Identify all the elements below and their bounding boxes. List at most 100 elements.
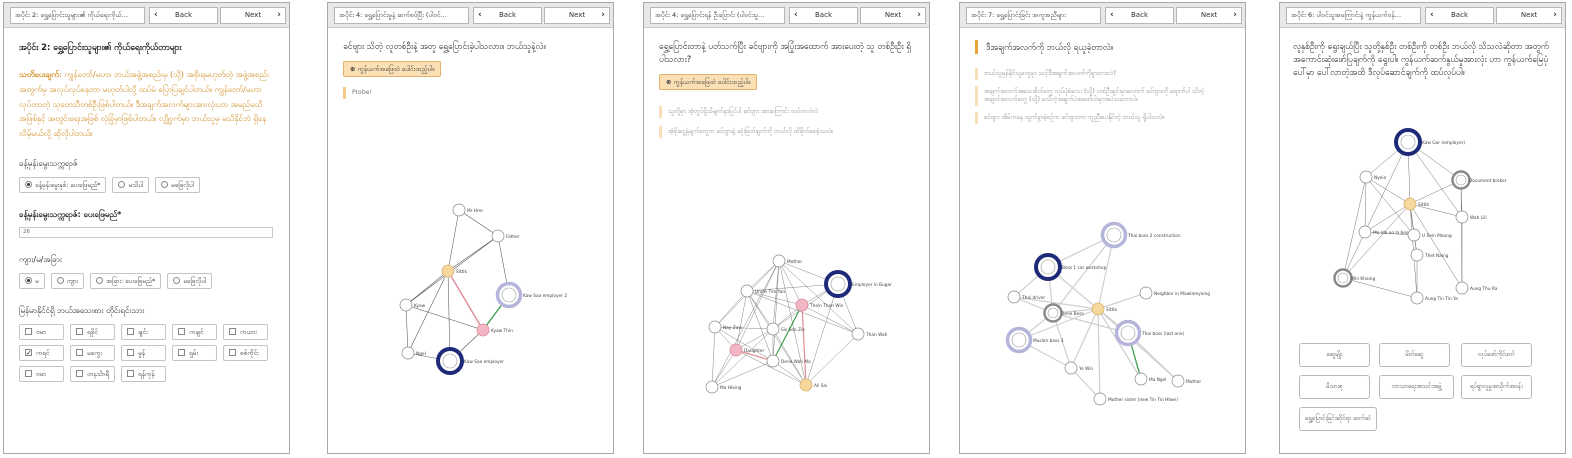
network-graph[interactable]: Mother Uncle Tim Yan Employer in Bugar Nay …	[644, 3, 930, 454]
relationship-type-button[interactable]: လုပ်ဖော်ကိုင်ဖက်	[1461, 343, 1532, 367]
alter-node[interactable]	[1171, 374, 1185, 388]
alter-node[interactable]	[1359, 170, 1373, 184]
network-node[interactable]: Thai boss (last one)	[1114, 319, 1185, 347]
alter-node[interactable]	[1455, 281, 1469, 295]
network-node[interactable]: Kaw Gar (employer)	[1394, 128, 1465, 156]
alter-node[interactable]	[766, 354, 780, 368]
network-node[interactable]: Mr Hrer	[452, 203, 483, 217]
relationship-type-button[interactable]: ဆွေမျိုး	[1299, 343, 1370, 367]
network-node[interactable]: Mother	[772, 254, 802, 268]
alter-node[interactable]	[705, 380, 719, 394]
alter-node[interactable]	[1139, 286, 1153, 300]
network-node[interactable]: Kaw Saa employer 2	[495, 281, 568, 309]
ethnicity-option[interactable]: မကွေး	[70, 344, 115, 361]
network-node[interactable]: Employer in Bugar	[824, 270, 892, 298]
alter-node[interactable]	[399, 298, 413, 312]
ethnicity-option[interactable]: စစ်ကိုင်း	[223, 344, 268, 361]
network-node[interactable]: Sittik	[1091, 302, 1117, 316]
network-node[interactable]: Win Khaing	[1333, 268, 1376, 288]
network-node[interactable]: Wah Lili	[1455, 210, 1487, 224]
alter-node[interactable]	[1093, 392, 1107, 406]
network-node[interactable]: Father	[491, 229, 520, 243]
alter-node[interactable]	[795, 298, 809, 312]
birth-option[interactable]: ခန့်မှန်းမွေးနှစ်: ပေးဖြေမည်*	[19, 176, 107, 193]
alter-node[interactable]	[1064, 361, 1078, 375]
relationship-type-button[interactable]: ရွှေ့ပြောင်းခြင်းဆိုင်ရာ ဆက်ဆံ	[1299, 407, 1377, 431]
network-node[interactable]: Mother	[1171, 374, 1201, 388]
ethnicity-option[interactable]: ရန်ကုန်	[121, 365, 166, 382]
network-node[interactable]: Ma Ide oo la beo	[1358, 225, 1409, 239]
birth-option[interactable]: မဖြေလိုပါ	[154, 176, 200, 193]
ethnicity-option[interactable]: ကယား	[223, 323, 268, 340]
network-node[interactable]: Sittik	[441, 264, 467, 278]
birth-option[interactable]: မသိပါ	[112, 176, 149, 193]
alter-node[interactable]	[1455, 210, 1469, 224]
alter-node[interactable]	[708, 320, 722, 334]
ethnicity-option[interactable]: ရှမ်း	[172, 344, 217, 361]
alter-node[interactable]	[476, 323, 490, 337]
ethnicity-option[interactable]: ကရင်	[19, 344, 64, 361]
network-node[interactable]: Ma Ngel	[1134, 372, 1167, 386]
alter-node[interactable]	[491, 229, 505, 243]
network-graph[interactable]: Thai boss 2 construction Boss 1 car works…	[960, 3, 1246, 454]
next-button[interactable]: Next ›	[220, 7, 286, 24]
relationship-type-button[interactable]: မိသားစု	[1299, 375, 1370, 399]
alter-node[interactable]	[766, 322, 780, 336]
ethnicity-option[interactable]: တနင်္သာရီ	[70, 365, 115, 382]
network-node[interactable]: Thein Than Win	[795, 298, 844, 312]
network-node[interactable]: Aung Thu Ra	[1455, 281, 1498, 295]
network-node[interactable]: Than Wah	[851, 327, 888, 341]
ego-node[interactable]	[1091, 302, 1105, 316]
alter-node[interactable]	[851, 327, 865, 341]
network-node[interactable]: Ye Win	[1064, 361, 1093, 375]
network-node[interactable]: Nyein	[1359, 170, 1387, 184]
gender-option[interactable]: ကျား	[50, 272, 85, 289]
ethnicity-option[interactable]: ကချင်	[172, 323, 217, 340]
gender-option[interactable]: မ	[19, 272, 45, 289]
alter-node[interactable]	[1407, 228, 1421, 242]
gender-option[interactable]: အခြား: ပေးဖြေမည်*	[90, 272, 162, 289]
alter-node[interactable]	[1358, 225, 1372, 239]
relationship-type-button[interactable]: ဘာသာရေးအသင်းအဖွဲ့	[1379, 375, 1454, 399]
ego-node[interactable]	[1403, 197, 1417, 211]
alter-node[interactable]	[1410, 248, 1424, 262]
ego-node[interactable]	[799, 378, 813, 392]
network-node[interactable]: Document broker	[1451, 170, 1507, 190]
ethnicity-option[interactable]: မွန်	[121, 344, 166, 361]
alter-node[interactable]	[452, 203, 466, 217]
gender-option[interactable]: မဖြေလိုပါ	[167, 272, 212, 289]
ethnicity-option[interactable]: ဗမာ	[19, 365, 64, 382]
back-button[interactable]: ‹ Back	[149, 7, 218, 24]
network-node[interactable]: U Sein Maung	[1407, 228, 1452, 242]
alter-node[interactable]	[1134, 372, 1148, 386]
alter-node[interactable]	[401, 346, 415, 360]
network-node[interactable]: Thai boss 2 construction	[1100, 221, 1181, 249]
relationship-type-button[interactable]: ရပ်ရွာလူမှုအသိုက်အဝန်း	[1461, 375, 1532, 399]
network-node[interactable]: Thet Naing	[1410, 248, 1449, 262]
ethnicity-option[interactable]: ရခိုင်	[70, 323, 115, 340]
ethnicity-option[interactable]: ဗမာ	[19, 323, 64, 340]
ethnicity-option[interactable]: ချင်း	[121, 323, 166, 340]
network-node[interactable]: Dene Boss	[1043, 303, 1085, 323]
relationship-type-button[interactable]: မိတ်ဆွေ	[1379, 343, 1450, 367]
network-node[interactable]: Ma Hlaing	[705, 380, 742, 394]
section-dropdown[interactable]: အပိုင်း 2: ရွှေ့ပြောင်းသူများ၏ ကိုယ်ရေးက…	[10, 7, 145, 24]
network-node[interactable]: Ngel	[401, 346, 426, 360]
alter-node[interactable]	[1007, 290, 1021, 304]
network-node[interactable]: Kyaw Thin	[476, 323, 513, 337]
alter-node[interactable]	[740, 284, 754, 298]
network-graph[interactable]: Mr Hrer Father Sittik Kyaw Kyaw Thin Ngel Kaw …	[328, 3, 614, 454]
network-node[interactable]: Kaw Saa employer	[436, 347, 504, 375]
network-node[interactable]: Neighbor in Mawlamyaing	[1139, 286, 1210, 300]
network-node[interactable]: Kyaw	[399, 298, 426, 312]
network-node[interactable]: Sis Son Zie	[766, 322, 805, 336]
network-node[interactable]: Nay Zaw	[708, 320, 742, 334]
network-node[interactable]: Mother sister (new Tin Tin Htwe)	[1093, 392, 1178, 406]
alter-node[interactable]	[729, 343, 743, 357]
network-node[interactable]: Muslim boss 3	[1005, 326, 1064, 354]
network-node[interactable]: Aung Tin Tin Ya	[1410, 291, 1458, 305]
alter-node[interactable]	[1410, 291, 1424, 305]
alter-node[interactable]	[772, 254, 786, 268]
network-node[interactable]: Sittik	[1403, 197, 1429, 211]
ego-node[interactable]	[441, 264, 455, 278]
